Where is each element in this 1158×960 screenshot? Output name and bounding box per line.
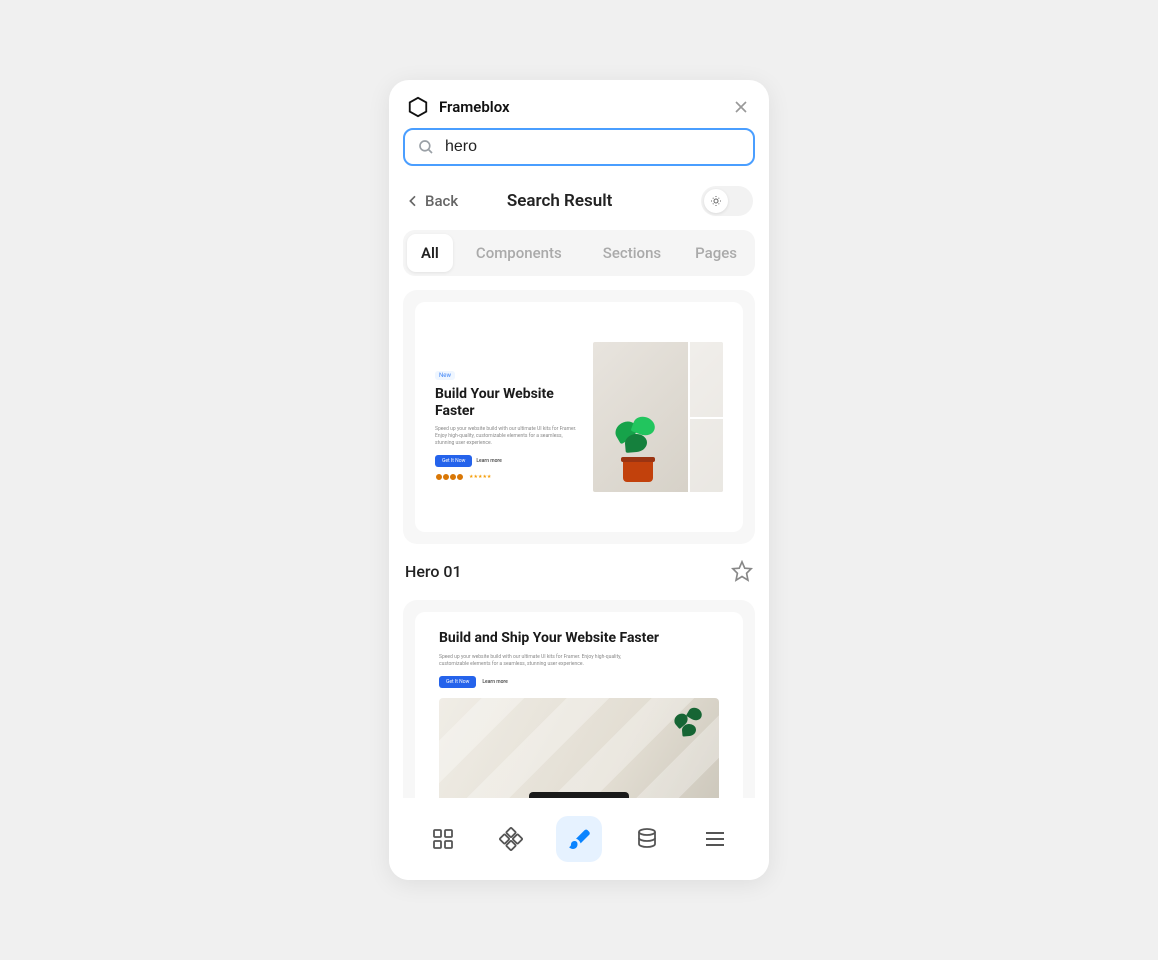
search-box [403,128,755,166]
result-card[interactable]: Build and Ship Your Website Faster Speed… [403,600,755,798]
tab-components[interactable]: Components [455,234,583,272]
favorite-button[interactable] [731,560,753,582]
grid-icon [431,827,455,851]
preview-badge: New [435,371,455,380]
star-icon [731,560,753,582]
result-preview: Build and Ship Your Website Faster Speed… [415,612,743,798]
preview-avatars: ★★★★★ [435,473,581,481]
result-label-row: Hero 01 [403,554,755,600]
result-bar: Back Search Result [389,178,769,230]
preview-image [593,342,723,492]
bottom-nav [389,798,769,880]
search-container [389,128,769,178]
result-name: Hero 01 [405,562,462,581]
brand-name: Frameblox [439,98,721,116]
sun-icon [710,195,722,207]
preview-title: Build Your Website Faster [435,386,581,420]
filter-tabs: All Components Sections Pages [403,230,755,276]
toggle-knob [704,189,728,213]
results-list[interactable]: New Build Your Website Faster Speed up y… [389,290,769,798]
search-icon [417,138,435,156]
nav-menu-button[interactable] [692,816,738,862]
result-card[interactable]: New Build Your Website Faster Speed up y… [403,290,755,544]
preview-title: Build and Ship Your Website Faster [439,630,719,648]
header: Frameblox [389,80,769,128]
diamond-icon [499,827,523,851]
tab-all[interactable]: All [407,234,453,272]
brush-icon [567,827,591,851]
preview-description: Speed up your website build with our ult… [435,426,581,447]
database-icon [635,827,659,851]
nav-layout-button[interactable] [420,816,466,862]
preview-primary-button: Get It Now [435,455,472,467]
result-preview: New Build Your Website Faster Speed up y… [415,302,743,532]
brand-logo-icon [407,96,429,118]
preview-image [439,698,719,799]
preview-description: Speed up your website build with our ult… [439,654,639,668]
nav-components-button[interactable] [488,816,534,862]
search-input[interactable] [445,138,741,156]
nav-database-button[interactable] [624,816,670,862]
nav-design-button[interactable] [556,816,602,862]
preview-secondary-button: Learn more [482,679,507,685]
theme-toggle[interactable] [701,186,753,216]
tab-pages[interactable]: Pages [681,234,751,272]
tab-sections[interactable]: Sections [585,234,679,272]
result-title: Search Result [428,191,691,211]
plugin-panel: Frameblox Back Search Result [389,80,769,880]
preview-secondary-button: Learn more [476,458,501,464]
preview-primary-button: Get It Now [439,676,476,688]
menu-icon [703,827,727,851]
close-button[interactable] [731,97,751,117]
